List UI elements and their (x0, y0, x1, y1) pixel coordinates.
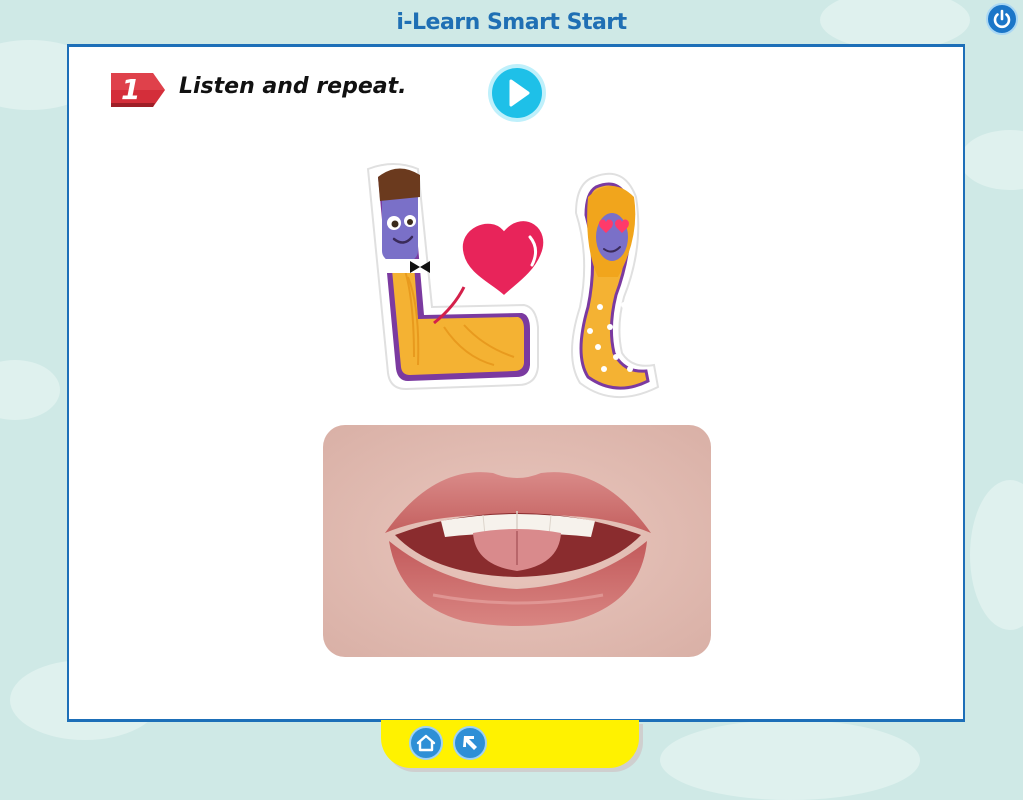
letter-l-illustration (354, 157, 684, 412)
activity-number: 1 (121, 73, 141, 106)
activity-panel: 1 Listen and repeat. (67, 44, 965, 722)
activity-number-badge: 1 (107, 69, 169, 116)
power-button[interactable] (986, 3, 1018, 35)
background-cloud (660, 720, 920, 800)
app-title: i-Learn Smart Start (396, 10, 627, 35)
home-button[interactable] (409, 726, 443, 760)
uppercase-l-character (366, 163, 547, 391)
play-audio-button[interactable] (487, 63, 547, 123)
back-button[interactable] (453, 726, 487, 760)
background-cloud (0, 360, 60, 420)
play-icon (488, 64, 546, 122)
back-arrow-icon (453, 726, 487, 760)
home-icon (409, 726, 443, 760)
activity-instruction: Listen and repeat. (179, 74, 407, 99)
power-icon (993, 9, 1011, 29)
lowercase-l-character (571, 172, 660, 398)
mouth-photo (323, 425, 711, 657)
background-cloud (970, 480, 1023, 630)
bottom-navigation-bar (381, 720, 639, 768)
background-cloud (960, 130, 1023, 190)
